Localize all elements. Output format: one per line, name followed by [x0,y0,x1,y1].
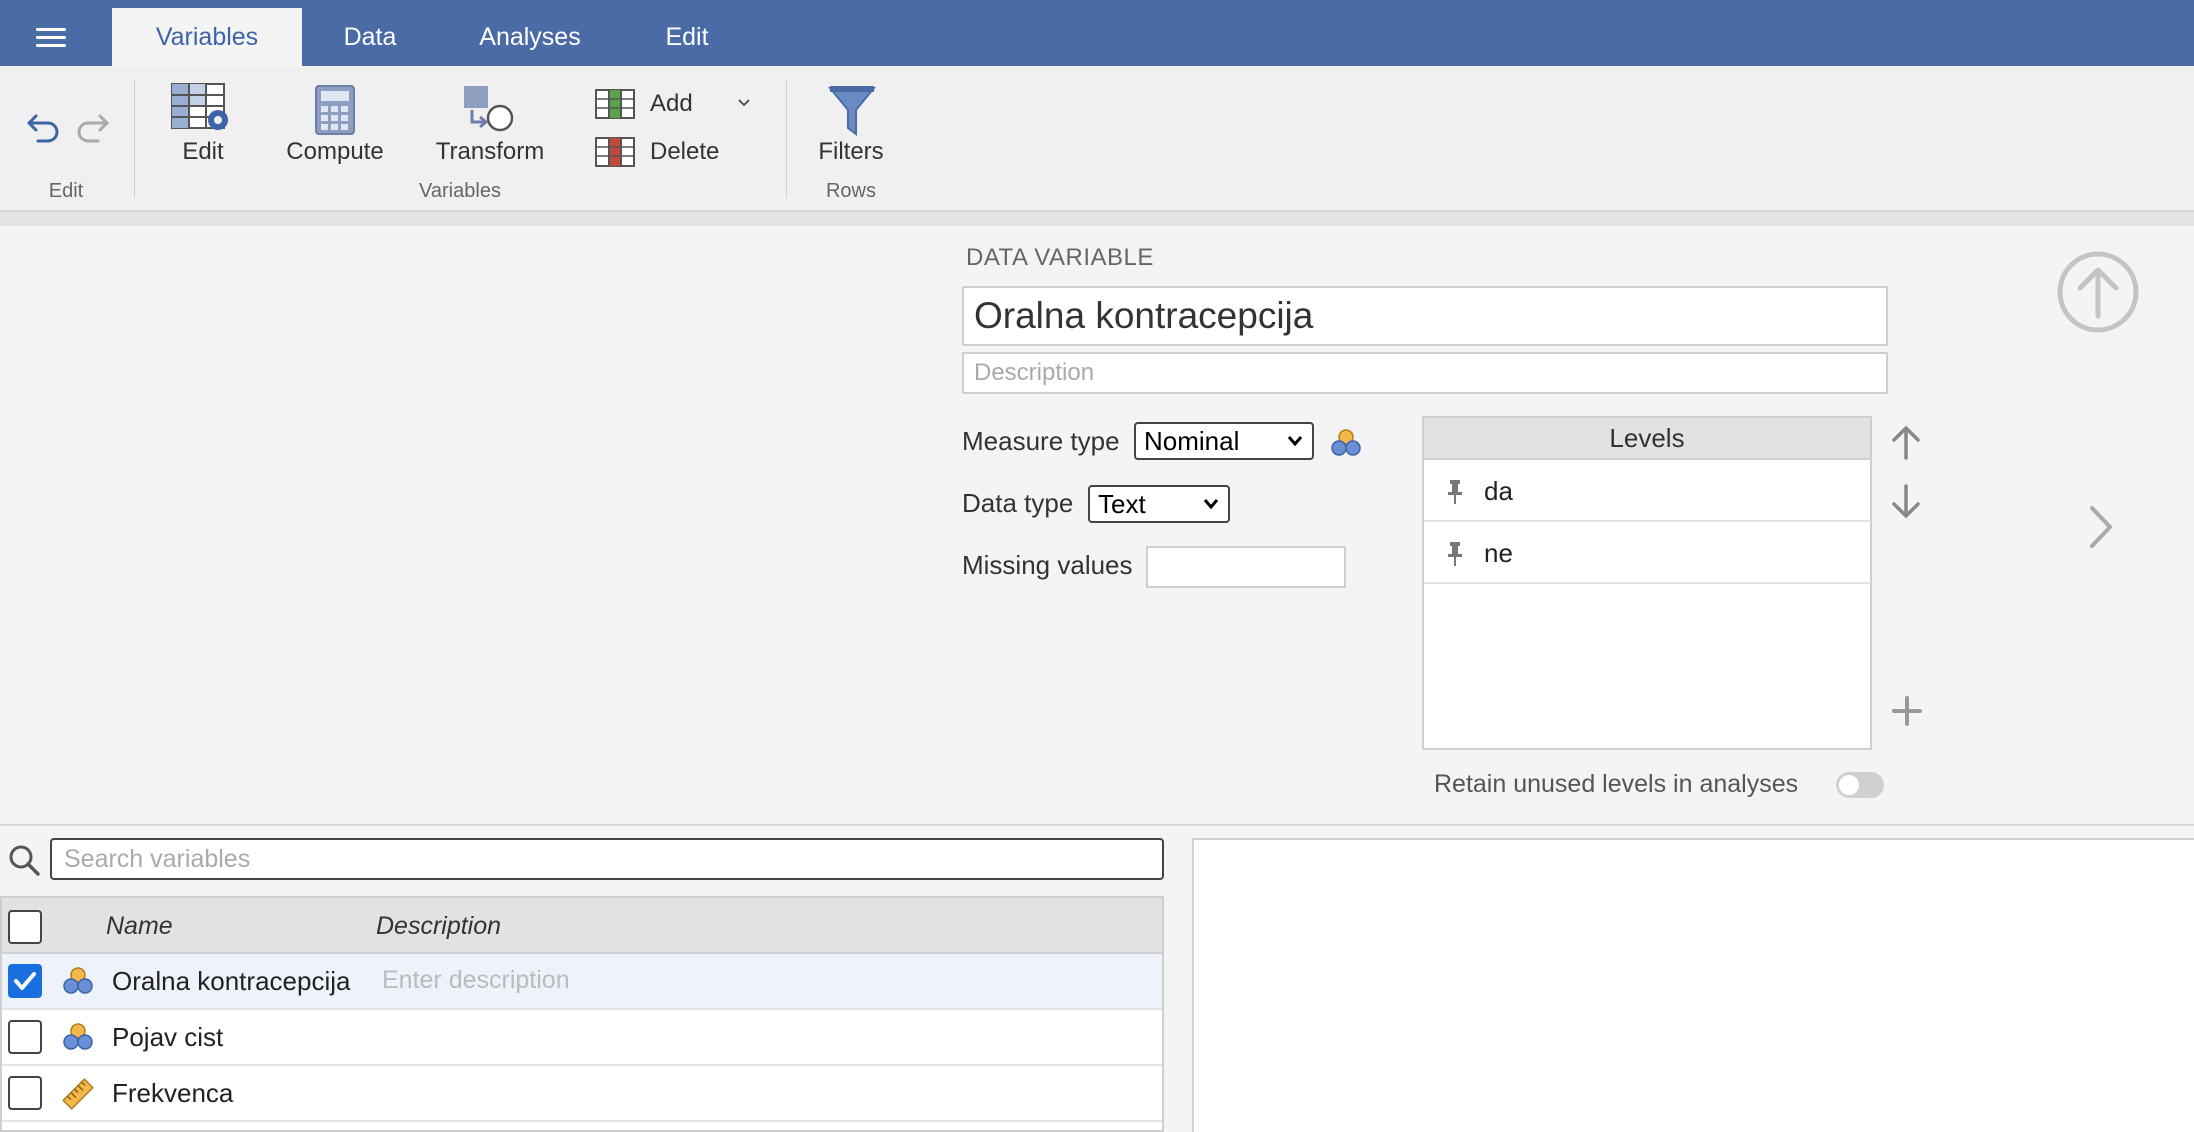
delete-variable-button[interactable]: Delete [594,136,744,172]
variable-editor-panel: DATA VARIABLE Oralna kontracepcija Descr… [0,226,2194,826]
next-variable-chevron-icon[interactable] [2086,504,2116,555]
variables-table: Name Description Oralna kontracepcija En… [0,896,1164,1132]
move-level-up-icon[interactable] [1888,422,1924,467]
ribbon-group-rows: Rows [825,180,876,202]
add-variable-button[interactable]: Add [594,88,756,124]
level-item[interactable]: da [1424,460,1870,522]
add-level-icon[interactable] [1890,694,1924,733]
ribbon-group-edit: Edit [48,180,84,202]
data-type-value: Text [1098,489,1146,519]
retain-unused-levels-label: Retain unused levels in analyses [1434,770,1799,798]
transform-button-label: Transform [435,138,545,165]
chevron-down-icon[interactable] [736,96,752,114]
hamburger-menu-icon[interactable] [28,20,76,52]
variable-setup-icon [170,82,234,139]
row-checkbox[interactable] [8,964,42,998]
chevron-down-icon [1286,424,1304,469]
table-row[interactable]: Pojav cist [2,1010,1162,1066]
nominal-type-icon [62,1022,94,1057]
levels-list: Levels da ne [1422,416,1872,750]
add-button-label: Add [650,90,693,117]
variable-name-input[interactable]: Oralna kontracepcija [962,286,1888,346]
compute-button-label: Compute [286,138,384,165]
redo-icon[interactable] [72,106,112,151]
delete-button-label: Delete [650,138,720,165]
tab-variables[interactable]: Variables [112,8,302,66]
level-item[interactable]: ne [1424,522,1870,584]
calculator-icon [314,84,356,141]
nominal-type-icon [62,966,94,1001]
chevron-down-icon [1202,487,1220,532]
levels-header: Levels [1424,418,1870,460]
undo-icon[interactable] [24,106,64,151]
tab-analyses[interactable]: Analyses [460,8,600,66]
nominal-type-icon [1330,428,1362,463]
variable-name: Frekvenca [112,1078,234,1108]
missing-values-label: Missing values [962,550,1133,580]
data-type-label: Data type [962,488,1074,518]
ribbon-shadow [0,212,2194,226]
pane-splitter[interactable] [0,824,2194,826]
table-row[interactable]: Oralna kontracepcija Enter description [2,954,1162,1010]
level-label: ne [1484,538,1513,568]
transform-icon [462,84,518,141]
edit-button-label: Edit [182,138,224,165]
level-label: da [1484,476,1513,506]
top-menu-bar: Variables Data Analyses Edit [0,0,2194,66]
ruler-continuous-icon [62,1078,94,1115]
column-header-description[interactable]: Description [376,912,501,941]
variable-name: Pojav cist [112,1022,224,1052]
pin-icon[interactable] [1444,540,1466,568]
ribbon-toolbar: Edit Edit Compute Transform Variables Ad… [0,66,2194,212]
variable-name: Oralna kontracepcija [112,966,351,996]
ribbon-group-variables: Variables [419,180,501,202]
missing-values-input[interactable] [1146,546,1346,588]
select-all-checkbox[interactable] [8,910,42,944]
tab-data[interactable]: Data [318,8,422,66]
table-row[interactable]: Frekvenca [2,1066,1162,1122]
measure-type-value: Nominal [1144,426,1240,456]
measure-type-label: Measure type [962,426,1120,456]
pin-icon[interactable] [1444,478,1466,506]
move-level-down-icon[interactable] [1888,482,1924,527]
search-icon [6,842,42,883]
ribbon-separator [786,80,787,198]
row-checkbox[interactable] [8,1020,42,1054]
section-title: DATA VARIABLE [966,244,1154,271]
data-type-select[interactable]: Text [1088,485,1230,523]
filter-funnel-icon [827,84,877,143]
variable-description-input[interactable]: Description [962,352,1888,394]
variable-description[interactable]: Enter description [382,966,570,995]
delete-column-icon [594,136,636,173]
column-header-name[interactable]: Name [106,912,173,941]
ribbon-separator [134,80,135,198]
row-checkbox[interactable] [8,1076,42,1110]
measure-type-select[interactable]: Nominal [1134,422,1314,460]
results-preview-pane [1192,838,2194,1132]
table-header: Name Description [2,898,1162,954]
search-variables-input[interactable]: Search variables [50,838,1164,880]
add-column-icon [594,88,636,125]
tab-edit[interactable]: Edit [648,8,726,66]
retain-unused-levels-toggle[interactable] [1836,772,1884,798]
filters-button-label: Filters [818,138,884,165]
collapse-editor-icon[interactable] [2056,250,2140,339]
